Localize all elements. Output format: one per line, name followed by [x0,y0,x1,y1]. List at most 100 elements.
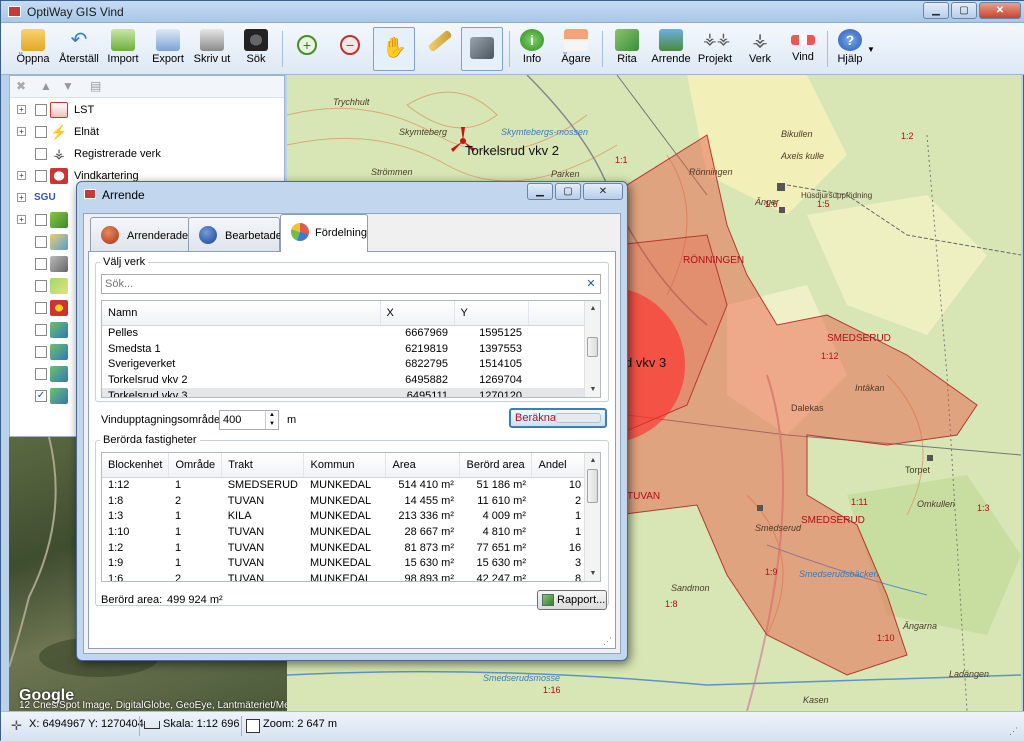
turbine-table-scrollbar[interactable]: ▲ ▼ [584,301,600,397]
expand-icon[interactable]: + [17,215,26,224]
turbine-button[interactable]: ⚶ Verk [745,27,775,71]
move-up-icon[interactable]: ▲ [40,80,54,93]
decrement-icon[interactable]: ▼ [265,420,278,429]
layer-item-elnat[interactable]: + ⚡ Elnät [10,122,282,142]
dialog-title-bar[interactable]: Arrende ▁ ▢ ✕ [77,182,627,206]
column-header-tract[interactable]: Trakt [221,453,305,478]
column-header-name[interactable]: Namn [102,301,381,326]
help-dropdown-icon[interactable]: ▼ [867,45,875,54]
scroll-up-icon[interactable]: ▲ [585,301,600,316]
column-header-area-no[interactable]: Område [168,453,223,478]
layer-checkbox[interactable] [35,258,47,270]
layer-checkbox[interactable] [35,148,47,160]
expand-icon[interactable]: + [17,193,26,202]
undo-button[interactable]: ↶ Återställ [56,27,102,71]
increment-icon[interactable]: ▲ [265,411,278,420]
properties-table-scrollbar[interactable]: ▲ ▼ [584,453,600,581]
table-row[interactable]: 1:91TUVANMUNKEDAL15 630 m²15 630 m²3 % [102,555,600,571]
resize-grip-icon[interactable]: ⋰ [1009,726,1018,737]
scrollbar-thumb[interactable] [587,469,598,503]
table-row[interactable]: Sverigeverket 6822795 1514105 [102,356,600,372]
layer-checkbox[interactable] [35,280,47,292]
tab-fordelning[interactable]: Fördelning [280,214,368,252]
table-row[interactable]: Torkelsrud vkv 2 6495882 1269704 [102,372,600,388]
table-row[interactable]: 1:101TUVANMUNKEDAL28 667 m²4 810 m²1 % [102,524,600,540]
properties-icon[interactable]: ▤ [90,80,104,93]
turbine-search-input[interactable] [102,275,600,293]
wind-button[interactable]: Vind [788,27,818,71]
tab-bearbetade[interactable]: Bearbetade [188,217,282,251]
dialog-close-button[interactable]: ✕ [583,183,623,200]
column-header-area[interactable]: Area [385,453,461,478]
measure-button[interactable] [419,27,461,71]
layer-checkbox[interactable] [35,324,47,336]
info-button[interactable]: i Info [516,27,548,71]
radius-stepper[interactable]: 400 ▲ ▼ [219,410,279,430]
map-label: SMEDSERUD [801,515,865,526]
zoom-in-button[interactable]: + [291,27,323,71]
tab-arrenderade[interactable]: Arrenderade [90,217,190,251]
expand-icon[interactable]: + [17,171,26,180]
export-button[interactable]: Export [149,27,187,71]
table-row[interactable]: 1:62TUVANMUNKEDAL98 893 m²42 247 m²8 % [102,571,600,581]
column-header-x[interactable]: X [380,301,455,326]
turbine-search-field[interactable]: ✕ [101,274,601,294]
open-button[interactable]: Öppna [14,27,52,71]
owner-button[interactable]: Ägare [558,27,594,71]
column-header-y[interactable]: Y [454,301,529,326]
scroll-up-icon[interactable]: ▲ [585,453,600,468]
table-row[interactable]: 1:31KILAMUNKEDAL213 336 m²4 009 m²1 % [102,508,600,524]
dialog-minimize-button[interactable]: ▁ [527,183,553,200]
dialog-resize-grip-icon[interactable]: ⋰ [603,636,612,647]
column-header-block[interactable]: Blockenhet [102,453,170,478]
table-row[interactable]: 1:12 1 SMEDSERUD MUNKEDAL 514 410 m² 51 186 m… [102,477,600,493]
layer-item-lst[interactable]: + LST [10,100,282,120]
radius-value[interactable]: 400 [223,414,241,426]
imagery-copyright: 12 Cnes/Spot Image, DigitalGlobe, GeoEye… [19,700,287,711]
dialog-maximize-button[interactable]: ▢ [555,183,581,200]
scroll-down-icon[interactable]: ▼ [585,566,600,581]
status-separator [139,716,140,736]
expand-icon[interactable]: + [17,105,26,114]
layer-checkbox[interactable] [35,346,47,358]
table-row[interactable]: 1:2 1 TUVAN MUNKEDAL 81 873 m² 77 651 m² 16 % [102,540,600,556]
map-layer-icon [50,344,68,360]
lease-button[interactable]: Arrende [650,27,692,71]
search-button[interactable]: Sök [239,27,273,71]
expand-icon[interactable]: + [17,127,26,136]
map-label: SMEDSERUD [827,333,891,344]
clear-search-icon[interactable]: ✕ [584,277,598,291]
column-header-municipality[interactable]: Kommun [303,453,387,478]
layer-checkbox[interactable] [35,368,47,380]
layer-checkbox-checked[interactable]: ✓ [35,390,47,402]
layer-checkbox[interactable] [35,236,47,248]
minimize-button[interactable]: ▁ [923,2,949,19]
project-button[interactable]: ⚶⚶ Projekt [696,27,734,71]
select-tool-button[interactable] [461,27,503,71]
import-button[interactable]: Import [104,27,142,71]
table-row[interactable]: 1:82TUVANMUNKEDAL14 455 m²11 610 m²2 % [102,493,600,509]
calculate-button[interactable]: Beräkna [509,408,607,428]
print-button[interactable]: Skriv ut [191,27,233,71]
column-header-affected-area[interactable]: Berörd area [459,453,533,478]
table-row[interactable]: Pelles 6667969 1595125 [102,325,600,341]
layer-checkbox[interactable] [35,302,47,314]
layer-checkbox[interactable] [35,170,47,182]
close-button[interactable]: ✕ [979,2,1021,19]
scroll-down-icon[interactable]: ▼ [585,382,600,397]
layer-item-registrerade-verk[interactable]: ⚶ Registrerade verk [10,144,282,164]
layer-checkbox[interactable] [35,214,47,226]
zoom-out-button[interactable]: − [334,27,366,71]
draw-button[interactable]: Rita [611,27,643,71]
layer-checkbox[interactable] [35,104,47,116]
scrollbar-thumb[interactable] [587,337,598,357]
layer-checkbox[interactable] [35,126,47,138]
pan-tool-button[interactable]: ✋ [373,27,415,71]
help-button[interactable]: ? Hjälp [834,27,866,71]
maximize-button[interactable]: ▢ [951,2,977,19]
move-down-icon[interactable]: ▼ [62,80,76,93]
table-row[interactable]: Smedsta 1 6219819 1397553 [102,341,600,357]
remove-layer-icon[interactable]: ✖ [16,80,30,93]
table-row-selected[interactable]: Torkelsrud vkv 3 6495111 1270120 [102,387,600,397]
report-button[interactable]: Rapport... [537,590,607,610]
